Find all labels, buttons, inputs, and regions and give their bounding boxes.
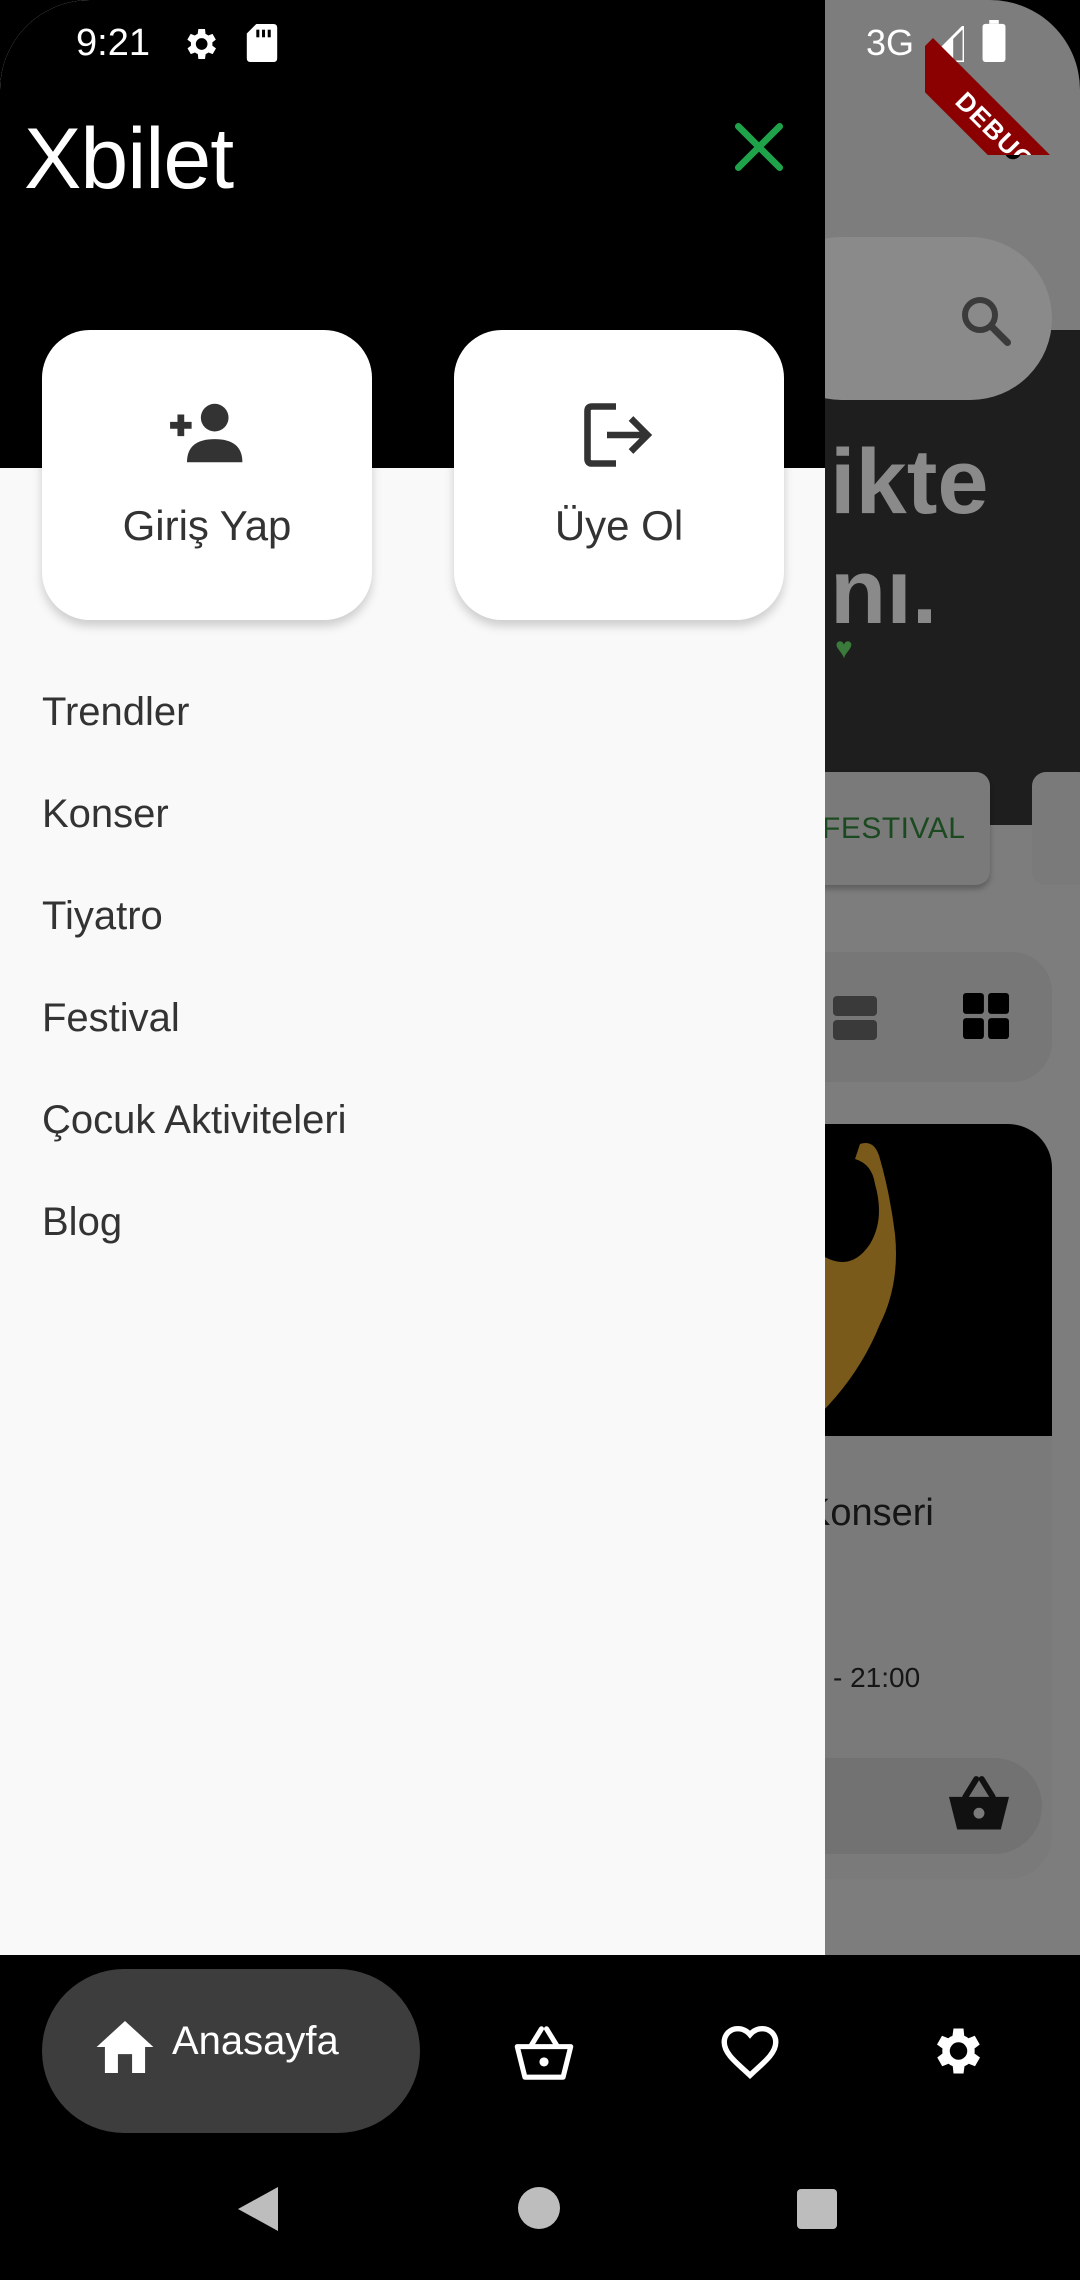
nav-home-label[interactable]: Anasayfa <box>172 2019 339 2064</box>
close-icon[interactable] <box>728 116 790 178</box>
login-button[interactable]: Giriş Yap <box>42 330 372 620</box>
recent-apps-icon[interactable] <box>797 2189 837 2229</box>
add-to-basket-icon[interactable] <box>945 1775 1013 1835</box>
menu-item-konser[interactable]: Konser <box>42 782 347 884</box>
menu-item-blog[interactable]: Blog <box>42 1190 347 1292</box>
drawer-menu: Trendler Konser Tiyatro Festival Çocuk A… <box>42 680 347 1292</box>
screen: ikte nı. ♥ FESTIVAL Konseri - 21:00 Xbil… <box>0 0 1080 2280</box>
category-tab-next[interactable] <box>1032 772 1080 885</box>
system-navigation-bar <box>0 2135 1080 2280</box>
system-home-icon[interactable] <box>518 2187 560 2229</box>
app-logo-title: Xbilet <box>24 111 234 207</box>
category-tab-label: FESTIVAL <box>822 812 966 845</box>
hero-text-line1: ikte <box>830 431 989 533</box>
logout-icon <box>584 403 653 467</box>
back-icon[interactable] <box>238 2187 282 2231</box>
login-label: Giriş Yap <box>122 502 292 549</box>
settings-notification-icon <box>187 29 216 59</box>
menu-item-festival[interactable]: Festival <box>42 986 347 1088</box>
menu-item-tiyatro[interactable]: Tiyatro <box>42 884 347 986</box>
list-view-icon[interactable] <box>833 995 877 1041</box>
home-icon[interactable] <box>96 2021 154 2073</box>
status-bar: 9:21 3G DEBUG <box>0 0 1080 155</box>
hero-heart-icon: ♥ <box>835 632 853 665</box>
network-type: 3G <box>866 22 915 63</box>
basket-icon[interactable] <box>512 2025 576 2081</box>
grid-view-icon[interactable] <box>963 993 1009 1039</box>
event-card-time: - 21:00 <box>833 1662 921 1693</box>
hero-text-line2: nı. <box>830 541 938 643</box>
navigation-drawer: Xbilet Giriş Yap Üye Ol Trendler Konser … <box>0 0 825 1955</box>
gear-icon[interactable] <box>926 2021 986 2081</box>
bottom-navigation: Anasayfa <box>0 1955 1080 2135</box>
debug-banner-label: DEBUG <box>925 38 1080 155</box>
heart-icon[interactable] <box>720 2025 780 2079</box>
status-time: 9:21 <box>76 22 150 64</box>
sd-card-icon <box>246 24 278 62</box>
register-button[interactable]: Üye Ol <box>454 330 784 620</box>
person-add-icon <box>170 403 243 463</box>
menu-item-cocuk-aktiviteleri[interactable]: Çocuk Aktiviteleri <box>42 1088 347 1190</box>
register-label: Üye Ol <box>554 502 684 549</box>
debug-banner: DEBUG <box>925 0 1080 155</box>
menu-item-trendler[interactable]: Trendler <box>42 680 347 782</box>
search-icon[interactable] <box>955 290 1015 350</box>
